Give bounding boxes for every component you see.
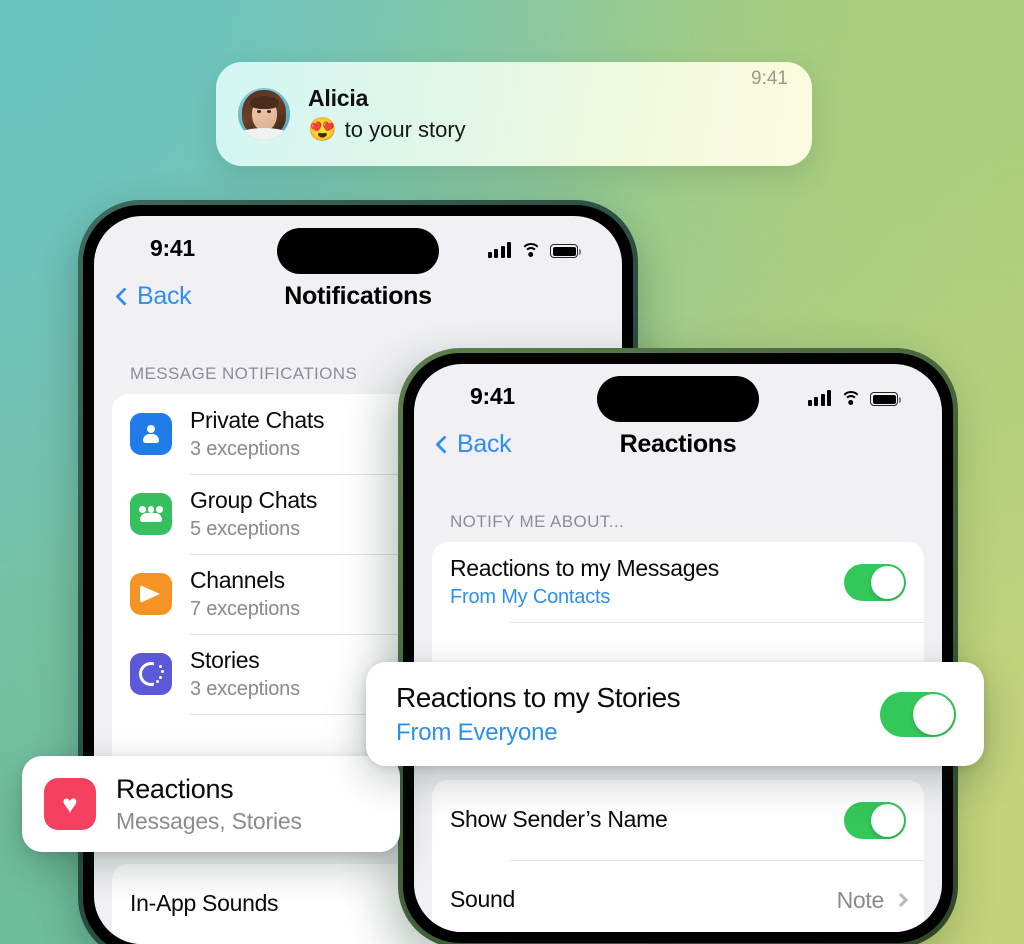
back-button[interactable]: Back [435,430,512,459]
status-bar: 9:41 [414,364,942,430]
notification-message-line: 😍 to your story [308,116,737,145]
nav-bar: Back Notifications [94,282,622,340]
floating-card-text: Reactions to my Stories From Everyone [396,681,880,747]
list-item-title: Reactions to my Messages [450,555,719,582]
avatar-eye-right [267,110,271,113]
list-item-sound[interactable]: Sound Note [432,860,924,932]
avatar-shoulder [240,128,288,140]
toggle-show-senders-name[interactable] [844,801,906,839]
phone-right: 9:41 Back Reactions NOTIFY ME ABOUT... R… [398,348,958,944]
floating-card-reactions-to-my-stories[interactable]: Reactions to my Stories From Everyone [366,662,984,766]
heart-icon: ♥ [44,778,96,830]
avatar [238,88,290,140]
nav-bar: Back Reactions [414,430,942,488]
status-bar-indicators [487,238,581,258]
list-item-text: Show Sender’s Name [450,806,844,834]
notification-text: Alicia 😍 to your story [308,84,737,144]
floating-card-title: Reactions to my Stories [396,682,681,714]
list-item-text: Sound [450,886,837,914]
story-icon [130,653,172,695]
wifi-icon [520,242,541,258]
floating-card-text: Reactions Messages, Stories [116,773,378,835]
battery-icon [870,392,901,406]
group-icon [130,493,172,535]
status-bar: 9:41 [94,216,622,282]
cellular-bars-icon [487,242,511,258]
status-bar-time: 9:41 [150,235,195,261]
battery-icon [550,244,581,258]
wifi-icon [840,390,861,406]
megaphone-icon [130,573,172,615]
heart-eyes-emoji-icon: 😍 [308,116,337,143]
toggle-reactions-to-my-messages[interactable] [844,563,906,601]
notification-banner[interactable]: Alicia 😍 to your story 9:41 [216,62,812,166]
list-item-value: Note [836,886,885,913]
floating-card-subtitle: Messages, Stories [116,808,302,835]
back-button-label: Back [457,430,512,458]
avatar-eye-left [257,110,261,113]
status-bar-time: 9:41 [470,383,515,409]
person-icon [130,413,172,455]
floating-card-subtitle: From Everyone [396,718,558,746]
section-header-notify-me-about: NOTIFY ME ABOUT... [450,512,625,531]
page-title: Notifications [284,282,432,310]
floating-card-title: Reactions [116,773,234,804]
notification-message: to your story [344,116,466,142]
toggle-reactions-to-my-stories[interactable] [880,691,956,737]
back-button[interactable]: Back [115,282,192,311]
list-card-options: Show Sender’s Name Sound Note [432,780,924,932]
list-item-show-senders-name[interactable]: Show Sender’s Name [432,780,924,860]
avatar-fringe [250,96,279,109]
page-title: Reactions [619,430,737,458]
status-bar-indicators [807,386,901,406]
chevron-left-icon [115,287,134,306]
list-item-reactions-to-my-messages[interactable]: Reactions to my Messages From My Contact… [432,542,924,622]
floating-card-reactions[interactable]: ♥ Reactions Messages, Stories [22,756,400,852]
cellular-bars-icon [807,390,831,406]
list-item-text: Reactions to my Messages From My Contact… [450,555,844,609]
dynamic-island [597,376,759,422]
back-button-label: Back [137,282,192,310]
chevron-left-icon [435,435,454,454]
phone-right-screen: 9:41 Back Reactions NOTIFY ME ABOUT... R… [414,364,942,932]
notification-time: 9:41 [751,68,788,89]
chevron-right-icon [893,892,909,908]
heart-glyph: ♥ [62,789,78,819]
list-item-title: Sound [450,886,516,913]
notification-sender: Alicia [308,84,369,111]
list-item-title: Show Sender’s Name [450,806,668,833]
dynamic-island [277,228,439,274]
list-item-subtitle: From My Contacts [450,585,611,608]
